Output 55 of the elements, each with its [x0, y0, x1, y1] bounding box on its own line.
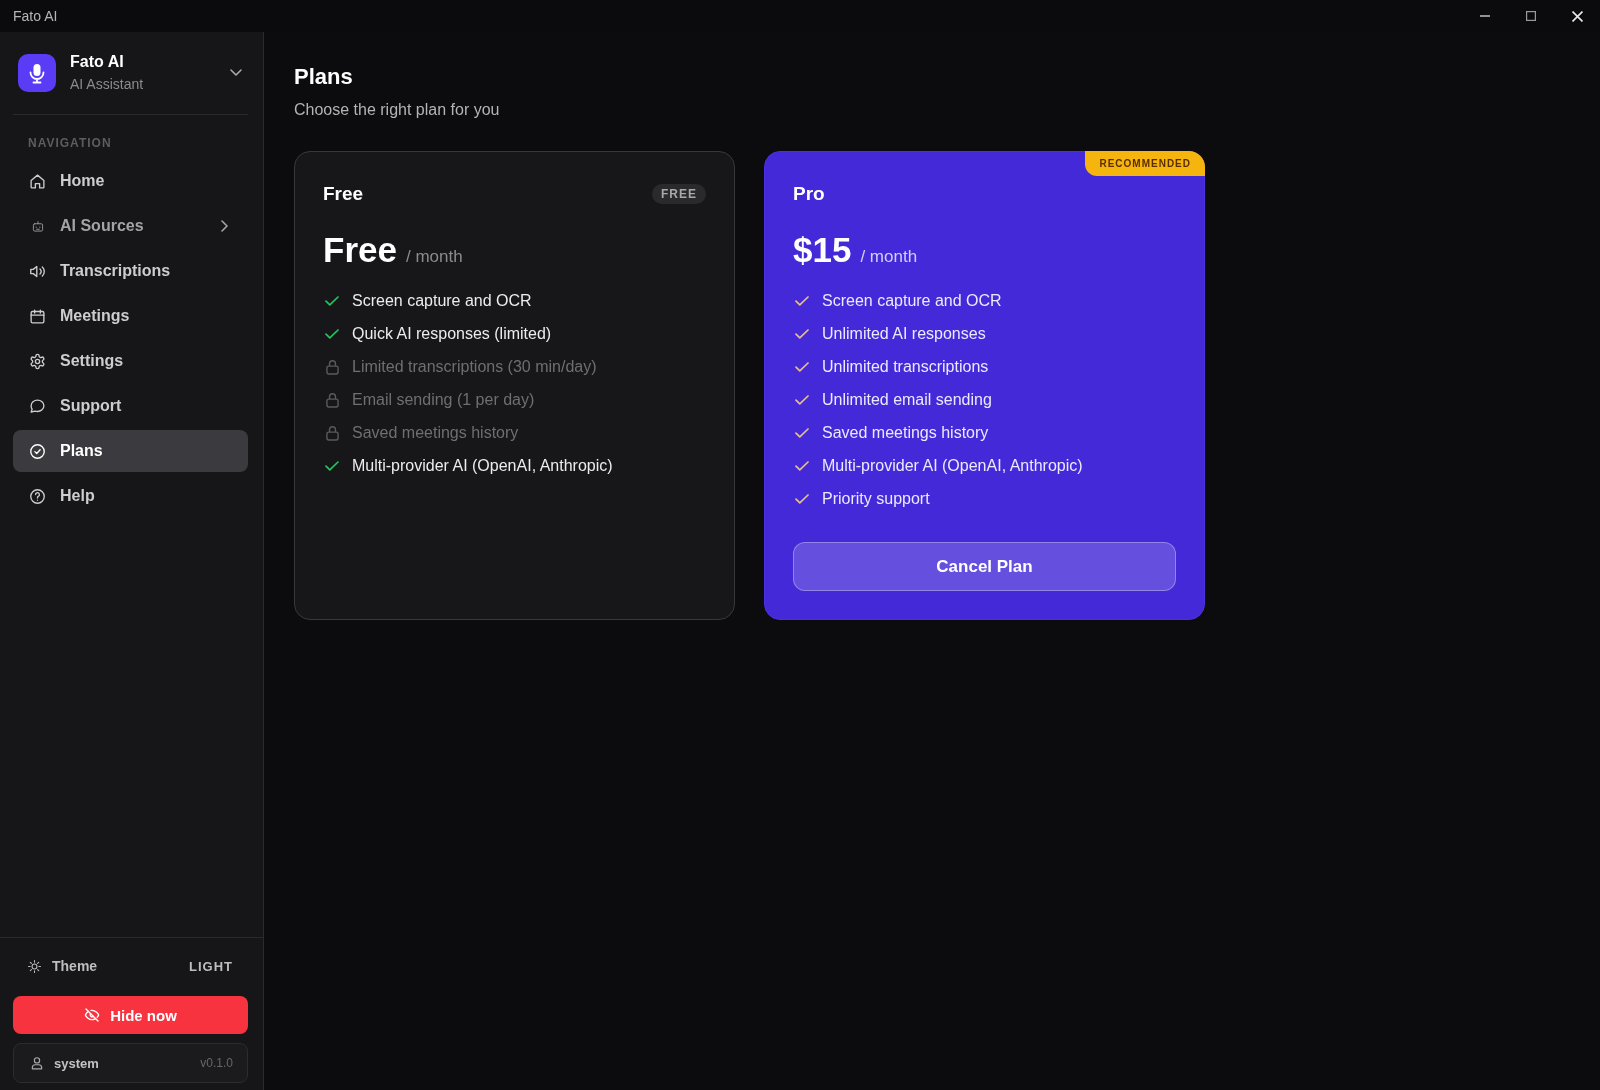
plan-name: Pro: [793, 183, 825, 205]
page-title: Plans: [294, 63, 354, 91]
nav-item[interactable]: Plans: [13, 430, 248, 472]
feature-text: Multi-provider AI (OpenAI, Anthropic): [352, 456, 613, 475]
chat-bubble-icon: [29, 397, 46, 415]
feature-text: Quick AI responses (limited): [352, 324, 552, 343]
recommended-ribbon: RECOMMENDED: [1085, 151, 1205, 176]
feature-text: Priority support: [822, 489, 930, 508]
user-icon: [30, 1056, 44, 1070]
help-icon: [29, 487, 46, 505]
theme-label: Theme: [52, 958, 99, 974]
home-icon: [29, 172, 46, 190]
nav-item[interactable]: Meetings: [13, 295, 248, 337]
plan-tag: FREE: [652, 184, 706, 204]
feature-text: Email sending (1 per day): [352, 390, 535, 409]
nav-item[interactable]: AI Sources: [13, 205, 248, 247]
maximize-icon[interactable]: [1526, 11, 1536, 21]
user-name: system: [54, 1055, 100, 1071]
hide-now-button[interactable]: Hide now: [13, 996, 248, 1034]
plan-price: Free: [323, 230, 397, 270]
calendar-icon: [29, 307, 46, 325]
theme-value[interactable]: LIGHT: [189, 958, 233, 974]
eye-off-icon: [84, 1007, 101, 1023]
feature-text: Unlimited transcriptions: [822, 357, 989, 376]
sun-icon: [28, 959, 41, 973]
version-label: v0.1.0: [200, 1056, 233, 1070]
nav-item[interactable]: Support: [13, 385, 248, 427]
plan-name: Free: [323, 183, 364, 205]
price-period: / month: [405, 247, 463, 267]
feature-text: Screen capture and OCR: [352, 291, 532, 310]
app-name: Fato AI: [70, 52, 124, 72]
feature-text: Unlimited AI responses: [822, 324, 986, 343]
app-subtitle: AI Assistant: [70, 75, 144, 93]
nav-item[interactable]: Settings: [13, 340, 248, 382]
feature-text: Unlimited email sending: [822, 390, 992, 409]
nav-item[interactable]: Transcriptions: [13, 250, 248, 292]
nav-item[interactable]: Home: [13, 160, 248, 202]
nav-item[interactable]: Help: [13, 475, 248, 517]
settings-icon: [29, 352, 46, 370]
microphone-icon: [18, 53, 56, 92]
window-title: Fato AI: [13, 7, 58, 25]
price-period: / month: [860, 247, 918, 267]
check-circle-icon: [29, 442, 46, 460]
feature-text: Saved meetings history: [822, 423, 989, 442]
robot-icon: [31, 220, 44, 232]
page-subtitle: Choose the right plan for you: [294, 100, 501, 120]
feature-text: Multi-provider AI (OpenAI, Anthropic): [822, 456, 1083, 475]
chevron-down-icon[interactable]: [230, 69, 242, 76]
section-label: NAVIGATION: [28, 136, 112, 150]
close-icon[interactable]: [1571, 10, 1583, 22]
feature-text: Screen capture and OCR: [822, 291, 1002, 310]
cancel-plan-button[interactable]: Cancel Plan: [793, 542, 1176, 591]
feature-text: Limited transcriptions (30 min/day): [352, 357, 597, 376]
feature-text: Saved meetings history: [352, 423, 519, 442]
plan-price: $15: [793, 230, 852, 270]
